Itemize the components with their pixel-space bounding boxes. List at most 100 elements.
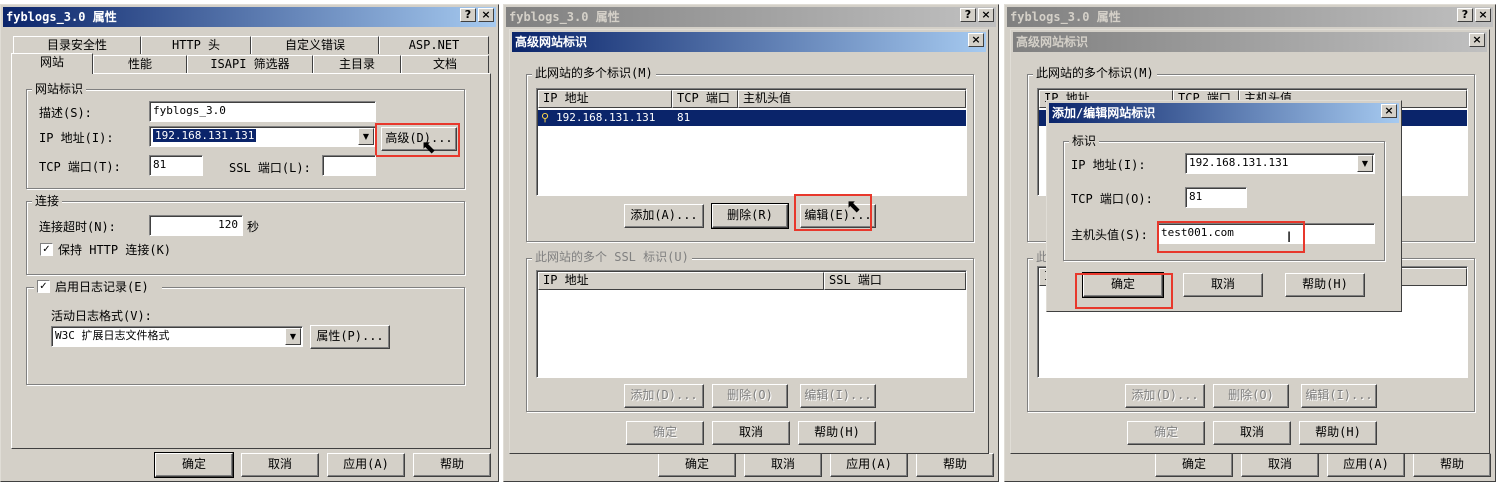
ssl-identities-label: 此网站的多个 SSL 标识(U) [532,250,692,264]
title-bar: fyblogs_3.0 属性 [1007,7,1493,27]
tcp-port-input[interactable]: 81 [149,155,203,176]
properties-button[interactable]: 属性(P)... [310,325,390,349]
ssl-edit-button[interactable]: 编辑(I)... [1301,384,1377,408]
tab-custom-errors[interactable]: 自定义错误 [251,36,379,54]
tab-directory-security[interactable]: 目录安全性 [13,36,141,54]
logging-checkbox[interactable]: ✓ [37,280,50,293]
log-format-select[interactable]: W3C 扩展日志文件格式 ▼ [51,326,303,347]
tcp-port-input[interactable]: 81 [1185,187,1247,208]
network-icon: ⚲ [541,111,550,124]
chevron-down-icon[interactable]: ▼ [358,128,374,145]
cancel-button[interactable]: 取消 [712,421,790,445]
description-label: 描述(S): [39,106,92,120]
window-title: fyblogs_3.0 属性 [1010,10,1121,24]
tab-website[interactable]: 网站 [11,53,93,74]
help-icon[interactable]: ? [460,8,476,22]
mouse-cursor-icon: ⬉ [846,196,862,217]
column-ssl-port-header[interactable]: SSL 端口 [824,272,966,290]
close-icon[interactable]: × [968,33,984,47]
title-bar: 添加/编辑网站标识 [1049,103,1399,123]
tcp-port-label: TCP 端口(O): [1071,192,1153,206]
column-ssl-ip-header[interactable]: IP 地址 [538,272,824,290]
cancel-button[interactable]: 取消 [241,453,319,477]
tcp-port-label: TCP 端口(T): [39,160,121,174]
close-icon[interactable]: × [978,8,994,22]
dialog-title: 添加/编辑网站标识 [1052,106,1156,120]
ssl-identities-list[interactable]: IP 地址 SSL 端口 [536,270,967,378]
ok-button[interactable]: 确定 [626,421,704,445]
bg-cancel-button[interactable]: 取消 [744,453,822,477]
help-button[interactable]: 帮助(H) [1299,421,1377,445]
highlight-box [1075,273,1173,309]
description-input[interactable]: fyblogs_3.0 [149,101,376,122]
cancel-button[interactable]: 取消 [1213,421,1291,445]
row-tcp: 81 [677,111,691,124]
identities-label: 此网站的多个标识(M) [532,66,656,80]
identity-group-label: 标识 [1069,134,1100,148]
help-button[interactable]: 帮助 [413,453,491,477]
title-bar: fyblogs_3.0 属性 [506,7,996,27]
dialog-title: 高级网站标识 [1016,35,1089,49]
advanced-identity-dialog: 高级网站标识 × 此网站的多个标识(M) IP 地址 TCP 端口 主机头值 ⚲… [509,29,989,454]
ssl-edit-button[interactable]: 编辑(I)... [800,384,876,408]
ok-button[interactable]: 确定 [154,452,234,478]
ssl-delete-button[interactable]: 删除(O) [1213,384,1289,408]
close-icon[interactable]: × [478,8,494,22]
ip-address-value: 192.168.131.131 [153,129,257,142]
apply-button[interactable]: 应用(A) [327,453,405,477]
tab-home-directory[interactable]: 主目录 [313,55,401,73]
ip-address-select[interactable]: 192.168.131.131 ▼ [1185,153,1375,174]
chevron-down-icon[interactable]: ▼ [1357,155,1373,172]
close-icon[interactable]: × [1475,8,1491,22]
ssl-port-input[interactable] [322,155,376,176]
chevron-down-icon[interactable]: ▼ [285,328,301,345]
row-ip: 192.168.131.131 [556,111,656,124]
ip-address-value: 192.168.131.131 [1189,156,1289,169]
tab-aspnet[interactable]: ASP.NET [379,36,489,54]
text-cursor-icon: I [1287,230,1292,246]
bg-apply-button[interactable]: 应用(A) [830,453,908,477]
ip-address-select[interactable]: 192.168.131.131 ▼ [149,126,376,147]
keepalive-checkbox[interactable]: ✓ [40,243,53,256]
help-button[interactable]: 帮助(H) [798,421,876,445]
bg-ok-button[interactable]: 确定 [658,453,736,477]
seconds-label: 秒 [247,220,260,234]
window-title: fyblogs_3.0 属性 [509,10,620,24]
ip-address-label: IP 地址(I): [39,131,114,145]
ok-button[interactable]: 确定 [1127,421,1205,445]
window-title: fyblogs_3.0 属性 [6,10,117,24]
tab-documents[interactable]: 文档 [401,55,489,73]
tab-http-headers[interactable]: HTTP 头 [141,36,251,54]
keepalive-label: 保持 HTTP 连接(K) [58,243,172,257]
help-icon[interactable]: ? [1457,8,1473,22]
identities-label: 此网站的多个标识(M) [1033,66,1157,80]
ssl-add-button[interactable]: 添加(D)... [624,384,704,408]
add-edit-identity-dialog: 添加/编辑网站标识 × 标识 IP 地址(I): 192.168.131.131… [1046,100,1402,312]
identities-list[interactable]: IP 地址 TCP 端口 主机头值 ⚲ 192.168.131.131 81 [536,88,967,196]
add-button[interactable]: 添加(A)... [624,204,704,228]
ssl-delete-button[interactable]: 删除(O) [712,384,788,408]
tab-performance[interactable]: 性能 [93,55,187,73]
table-row[interactable]: ⚲ 192.168.131.131 81 [538,110,966,126]
timeout-input[interactable]: 120 [149,215,243,236]
bg-apply-button[interactable]: 应用(A) [1327,453,1405,477]
ssl-add-button[interactable]: 添加(D)... [1125,384,1205,408]
cancel-button[interactable]: 取消 [1183,273,1263,297]
bg-help-button[interactable]: 帮助 [1413,453,1491,477]
column-tcp-header[interactable]: TCP 端口 [672,90,738,108]
title-bar: fyblogs_3.0 属性 [3,7,496,27]
close-icon[interactable]: × [1469,33,1485,47]
bg-ok-button[interactable]: 确定 [1155,453,1233,477]
log-format-value: W3C 扩展日志文件格式 [55,329,170,342]
bg-help-button[interactable]: 帮助 [916,453,994,477]
column-ip-header[interactable]: IP 地址 [538,90,672,108]
delete-button[interactable]: 删除(R) [711,203,789,229]
title-bar: 高级网站标识 [1013,32,1487,52]
help-icon[interactable]: ? [960,8,976,22]
help-button[interactable]: 帮助(H) [1285,273,1365,297]
close-icon[interactable]: × [1381,104,1397,118]
column-host-header[interactable]: 主机头值 [738,90,966,108]
tab-isapi-filters[interactable]: ISAPI 筛选器 [187,55,313,73]
bg-cancel-button[interactable]: 取消 [1241,453,1319,477]
ssl-port-label: SSL 端口(L): [229,161,311,175]
